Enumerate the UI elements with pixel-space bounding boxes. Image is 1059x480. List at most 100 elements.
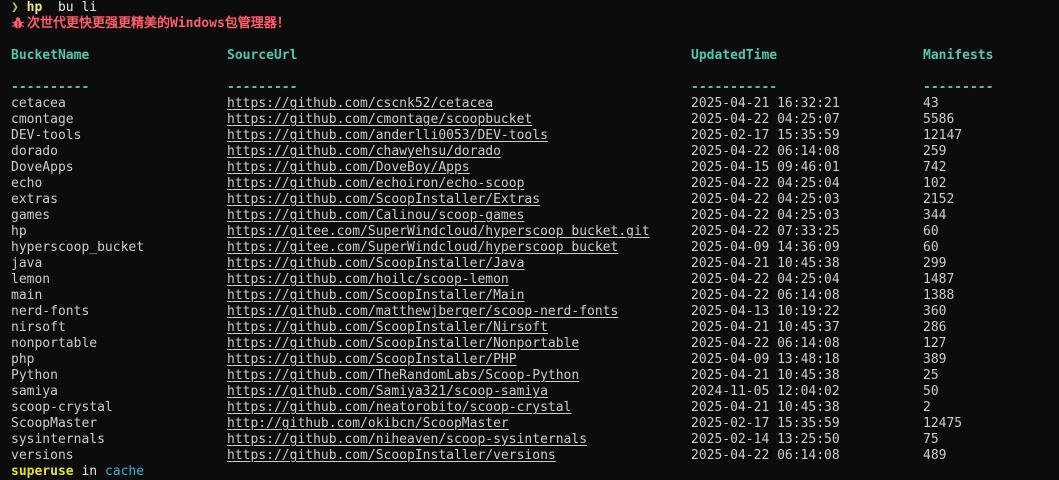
table-row: sysinternals https://github.com/niheaven/… <box>11 432 1059 448</box>
source-url-link[interactable]: https://github.com/ScoopInstaller/versio… <box>227 448 556 464</box>
updated-time-cell: 2025-04-22 04:25:07 <box>691 112 840 127</box>
manifests-count-cell: 50 <box>923 384 939 399</box>
source-url-link[interactable]: https://github.com/cscnk52/cetacea <box>227 96 493 112</box>
manifests-count-cell: 259 <box>923 144 947 159</box>
table-row: DoveApps https://github.com/DoveBoy/Apps 2… <box>11 160 1059 176</box>
manifests-count-cell: 2 <box>923 400 931 415</box>
table-row: hp https://gitee.com/SuperWindcloud/hyper… <box>11 224 1059 240</box>
updated-time-cell: 2025-04-22 04:25:03 <box>691 208 840 223</box>
source-url-link[interactable]: https://github.com/ScoopInstaller/Java <box>227 256 524 272</box>
bucket-name-cell: cetacea <box>11 96 66 111</box>
updated-time-cell: 2025-04-22 04:25:03 <box>691 192 840 207</box>
source-url-link[interactable]: https://gitee.com/SuperWindcloud/hypersc… <box>227 224 650 240</box>
banner-line: 次世代更快更强更精美的Windows包管理器！ <box>11 16 1059 32</box>
bucket-name-cell: extras <box>11 192 58 207</box>
manifests-count-cell: 43 <box>923 96 939 111</box>
manifests-count-cell: 286 <box>923 320 947 335</box>
table-row: Python https://github.com/TheRandomLabs/S… <box>11 368 1059 384</box>
table-row: lemon https://github.com/hoilc/scoop-lemo… <box>11 272 1059 288</box>
source-url-link[interactable]: https://github.com/matthewjberger/scoop-… <box>227 304 618 320</box>
source-url-link[interactable]: http://github.com/okibcn/ScoopMaster <box>227 416 509 432</box>
column-header-updatedtime: UpdatedTime <box>691 48 778 63</box>
table-row: extras https://github.com/ScoopInstaller/… <box>11 192 1059 208</box>
source-url-link[interactable]: https://github.com/chawyehsu/dorado <box>227 144 501 160</box>
updated-time-cell: 2025-04-09 14:36:09 <box>691 240 840 255</box>
updated-time-cell: 2025-04-22 04:25:04 <box>691 176 840 191</box>
table-body: cetacea https://github.com/cscnk52/cetace… <box>11 96 1059 464</box>
separator: --------- <box>923 80 994 95</box>
manifests-count-cell: 360 <box>923 304 947 319</box>
source-url-link[interactable]: https://github.com/cmontage/scoopbucket <box>227 112 532 128</box>
manifests-count-cell: 344 <box>923 208 947 223</box>
table-row: nirsoft https://github.com/ScoopInstaller… <box>11 320 1059 336</box>
manifests-count-cell: 75 <box>923 432 939 447</box>
table-row: java https://github.com/ScoopInstaller/Ja… <box>11 256 1059 272</box>
table-row: nonportable https://github.com/ScoopInsta… <box>11 336 1059 352</box>
updated-time-cell: 2025-04-22 07:33:25 <box>691 224 840 239</box>
bucket-name-cell: sysinternals <box>11 432 105 447</box>
source-url-link[interactable]: https://github.com/ScoopInstaller/Extras <box>227 192 540 208</box>
source-url-link[interactable]: https://github.com/TheRandomLabs/Scoop-P… <box>227 368 579 384</box>
table-row: DEV-tools https://github.com/anderlli0053… <box>11 128 1059 144</box>
bucket-name-cell: php <box>11 352 35 367</box>
table-row: php https://github.com/ScoopInstaller/PHP… <box>11 352 1059 368</box>
source-url-link[interactable]: https://github.com/niheaven/scoop-sysint… <box>227 432 587 448</box>
source-url-link[interactable]: https://github.com/ScoopInstaller/Nonpor… <box>227 336 579 352</box>
column-header-bucketname: BucketName <box>11 48 90 63</box>
source-url-link[interactable]: https://gitee.com/SuperWindcloud/hypersc… <box>227 240 618 256</box>
table-row: dorado https://github.com/chawyehsu/dorad… <box>11 144 1059 160</box>
manifests-count-cell: 12475 <box>923 416 963 431</box>
updated-time-cell: 2025-04-09 13:48:18 <box>691 352 840 367</box>
prompt-arrow-icon: ❯ <box>11 0 19 15</box>
bucket-name-cell: hp <box>11 224 27 239</box>
terminal-window[interactable]: ❯ hp bu li 次世代更快更强更精美的Windows包管理器！ Bucke… <box>0 0 1059 479</box>
column-header-sourceurl: SourceUrl <box>227 48 298 63</box>
separator: --------- <box>227 80 298 95</box>
manifests-count-cell: 742 <box>923 160 947 175</box>
bucket-name-cell: nirsoft <box>11 320 66 335</box>
bucket-name-cell: DoveApps <box>11 160 74 175</box>
source-url-link[interactable]: https://github.com/Calinou/scoop-games <box>227 208 524 224</box>
source-url-link[interactable]: https://github.com/hoilc/scoop-lemon <box>227 272 509 288</box>
table-row: ScoopMaster http://github.com/okibcn/Scoo… <box>11 416 1059 432</box>
bug-icon <box>11 16 27 32</box>
bucket-name-cell: lemon <box>11 272 51 287</box>
bucket-name-cell: dorado <box>11 144 58 159</box>
bucket-name-cell: nerd-fonts <box>11 304 90 319</box>
table-row: games https://github.com/Calinou/scoop-ga… <box>11 208 1059 224</box>
source-url-link[interactable]: https://github.com/echoiron/echo-scoop <box>227 176 524 192</box>
prompt-directory: cache <box>104 464 145 479</box>
table-separator-row: ---------- --------- ----------- -------… <box>11 80 1059 96</box>
updated-time-cell: 2025-04-22 06:14:08 <box>691 288 840 303</box>
source-url-link[interactable]: https://github.com/anderlli0053/DEV-tool… <box>227 128 548 144</box>
bucket-name-cell: nonportable <box>11 336 98 351</box>
updated-time-cell: 2025-04-21 10:45:38 <box>691 368 840 383</box>
manifests-count-cell: 1388 <box>923 288 955 303</box>
column-header-manifests: Manifests <box>923 48 994 63</box>
source-url-link[interactable]: https://github.com/ScoopInstaller/Nirsof… <box>227 320 548 336</box>
updated-time-cell: 2025-04-13 10:19:22 <box>691 304 840 319</box>
manifests-count-cell: 5586 <box>923 112 955 127</box>
source-url-link[interactable]: https://github.com/neatorobito/scoop-cry… <box>227 400 571 416</box>
updated-time-cell: 2025-04-22 06:14:08 <box>691 448 840 463</box>
updated-time-cell: 2025-04-21 10:45:38 <box>691 256 840 271</box>
command-args: bu li <box>57 0 98 15</box>
source-url-link[interactable]: https://github.com/Samiya321/scoop-samiy… <box>227 384 548 400</box>
manifests-count-cell: 127 <box>923 336 947 351</box>
prompt-in-word: in <box>81 464 98 479</box>
updated-time-cell: 2025-02-17 15:35:59 <box>691 416 840 431</box>
updated-time-cell: 2025-04-22 06:14:08 <box>691 336 840 351</box>
bucket-name-cell: Python <box>11 368 58 383</box>
source-url-link[interactable]: https://github.com/DoveBoy/Apps <box>227 160 470 176</box>
updated-time-cell: 2025-04-21 16:32:21 <box>691 96 840 111</box>
next-prompt-line[interactable]: superuse in cache <box>11 464 1059 480</box>
bucket-name-cell: echo <box>11 176 43 191</box>
command-line: ❯ hp bu li <box>11 0 1059 16</box>
bucket-name-cell: java <box>11 256 43 271</box>
source-url-link[interactable]: https://github.com/ScoopInstaller/PHP <box>227 352 517 368</box>
bucket-name-cell: DEV-tools <box>11 128 82 143</box>
separator: ----------- <box>691 80 778 95</box>
table-row: nerd-fonts https://github.com/matthewjber… <box>11 304 1059 320</box>
source-url-link[interactable]: https://github.com/ScoopInstaller/Main <box>227 288 524 304</box>
